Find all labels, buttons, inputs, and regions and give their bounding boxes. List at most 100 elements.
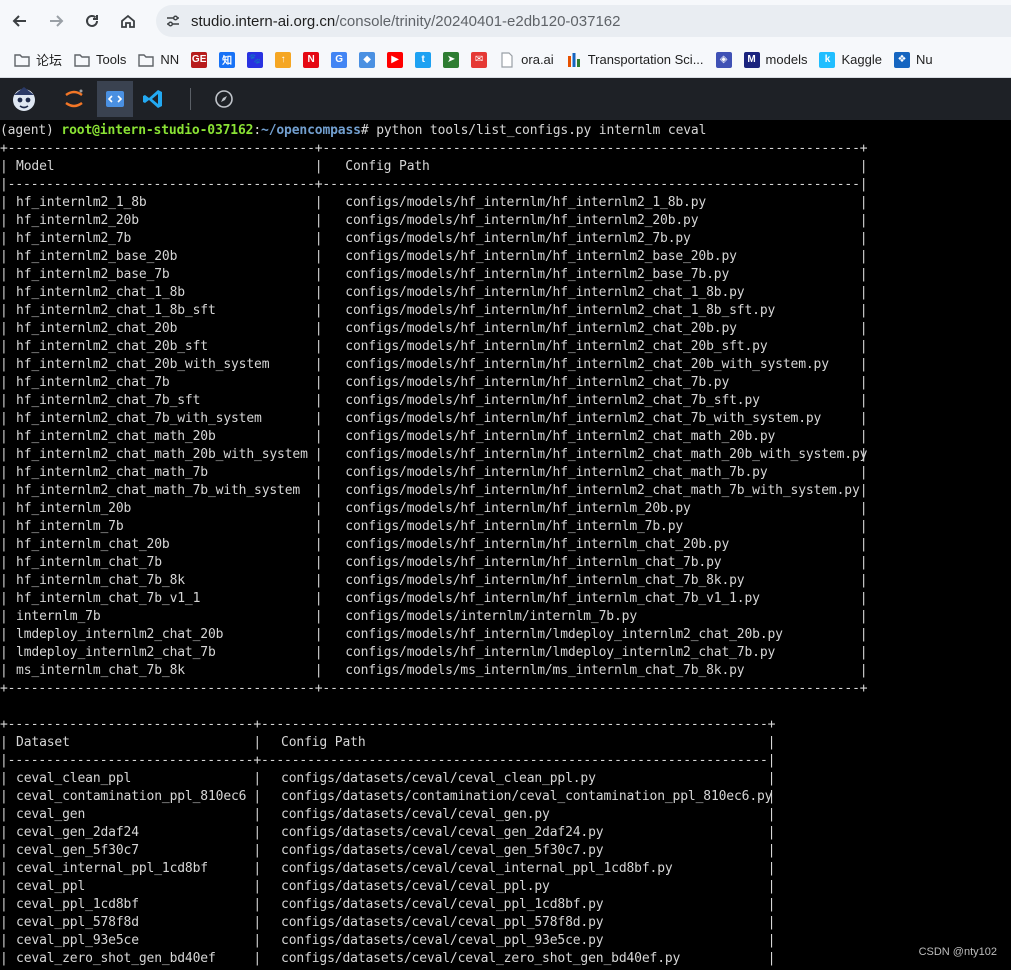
table-row: | | | hf_internlm2_base_20b configs/models… — [0, 249, 868, 264]
bookmark-item[interactable]: ❖ Nu — [888, 46, 939, 74]
table-row: | | | hf_internlm2_chat_math_7b configs/mo… — [0, 465, 868, 480]
table-row: | | | lmdeploy_internlm2_chat_7b configs/m… — [0, 645, 868, 660]
table-cell-name: ceval_gen — [16, 807, 86, 822]
table-cell-path: configs/datasets/ceval/ceval_gen.py — [281, 807, 550, 822]
table-divider: |--------------------------------+------… — [0, 753, 776, 768]
table-cell-name: hf_internlm2_7b — [16, 231, 132, 246]
bookmark-item[interactable]: Transportation Sci... — [560, 46, 710, 74]
compass-icon — [215, 90, 233, 108]
jupyter-icon — [65, 89, 83, 108]
command-line: (agent) root@intern-studio-037162:~/open… — [0, 122, 706, 140]
watermark: CSDN @nty102 — [918, 946, 997, 958]
table-cell-name: hf_internlm2_chat_math_7b — [16, 465, 208, 480]
bookmark-item[interactable]: N — [297, 46, 325, 74]
terminal-output[interactable]: (agent) root@intern-studio-037162:~/open… — [0, 120, 1011, 970]
table-row: | | | hf_internlm_chat_7b_v1_1 configs/mod… — [0, 591, 868, 606]
table-header-row: | | | Model Config Path — [0, 159, 868, 174]
bookmarks-bar: 论坛 Tools NN GE 知 🐾 ↑ N G ◆ ▶ t ➤ ✉ ora.ai Transportatio… — [0, 42, 1011, 78]
table-cell-name: hf_internlm_7b — [16, 519, 124, 534]
table-row: | | | ceval_ppl configs/datasets/ceval/cev… — [0, 879, 776, 894]
table-cell-path: configs/models/hf_internlm/hf_internlm2_… — [345, 357, 829, 372]
explore-button[interactable] — [206, 81, 242, 117]
table-row: | | | ceval_gen_2daf24 configs/datasets/ce… — [0, 825, 776, 840]
bookmark-item[interactable]: ◈ — [710, 46, 738, 74]
table-cell-path: configs/models/hf_internlm/hf_internlm2_… — [345, 447, 868, 462]
vscode-icon — [143, 90, 162, 108]
jupyter-button[interactable] — [56, 81, 92, 117]
bookmark-item[interactable]: k Kaggle — [813, 46, 887, 74]
bookmark-item[interactable]: ◆ — [353, 46, 381, 74]
bookmark-item[interactable]: Tools — [68, 46, 132, 74]
table-cell-path: configs/models/hf_internlm/hf_internlm2_… — [345, 195, 707, 210]
home-icon — [121, 14, 135, 28]
bars-icon — [566, 52, 582, 68]
table-row: | | | ceval_ppl_578f8d configs/datasets/ce… — [0, 915, 776, 930]
bookmark-item[interactable]: t — [409, 46, 437, 74]
studio-logo[interactable] — [6, 81, 42, 117]
bookmark-item[interactable]: ↑ — [269, 46, 297, 74]
ge-icon: GE — [191, 51, 208, 68]
google-icon: G — [331, 51, 348, 68]
table-cell-name: ms_internlm_chat_7b_8k — [16, 663, 185, 678]
table-cell-path: configs/models/hf_internlm/hf_internlm2_… — [345, 339, 768, 354]
table-row: | | | hf_internlm_chat_20b configs/models/… — [0, 537, 868, 552]
table-cell-name: ceval_contamination_ppl_810ec6 — [16, 789, 247, 804]
bookmark-item[interactable]: ora.ai — [493, 46, 560, 74]
table-cell-name: ceval_ppl — [16, 879, 86, 894]
table-border: +---------------------------------------… — [0, 681, 868, 696]
table-cell-name: hf_internlm2_chat_20b — [16, 321, 178, 336]
bookmark-item[interactable]: G — [325, 46, 353, 74]
bookmark-item[interactable]: ➤ — [437, 46, 465, 74]
table-cell-path: configs/models/hf_internlm/hf_internlm2_… — [345, 213, 699, 228]
table-cell-path: configs/models/hf_internlm/hf_internlm2_… — [345, 267, 730, 282]
command-text: python tools/list_configs.py internlm ce… — [376, 123, 707, 138]
bookmark-label: Tools — [96, 52, 127, 67]
table-row: | | | ceval_ppl_1cd8bf configs/datasets/ce… — [0, 897, 776, 912]
table-cell-path: configs/models/hf_internlm/hf_internlm2_… — [345, 285, 745, 300]
table-cell-path: configs/datasets/ceval/ceval_ppl_93e5ce.… — [281, 933, 604, 948]
bookmark-label: Nu — [915, 52, 933, 67]
address-bar[interactable]: studio.intern-ai.org.cn/console/trinity/… — [156, 5, 1011, 37]
table-cell-name: ceval_internal_ppl_1cd8bf — [16, 861, 208, 876]
table-cell-path: configs/datasets/ceval/ceval_zero_shot_g… — [281, 951, 681, 966]
bookmark-item[interactable]: 知 — [213, 46, 241, 74]
table-cell-name: internlm_7b — [16, 609, 101, 624]
home-button[interactable] — [116, 9, 140, 33]
code-icon: ◈ — [715, 51, 732, 68]
table-cell-path: configs/models/hf_internlm/hf_internlm2_… — [345, 411, 822, 426]
bookmark-item[interactable]: NN — [132, 46, 185, 74]
table-header-cell: Config Path — [281, 735, 366, 750]
vscode-button[interactable] — [135, 81, 171, 117]
table-cell-path: configs/models/hf_internlm/hf_internlm2_… — [345, 465, 768, 480]
back-button[interactable] — [8, 9, 32, 33]
table-cell-path: configs/datasets/contamination/ceval_con… — [281, 789, 773, 804]
bookmark-item[interactable]: 🐾 — [241, 46, 269, 74]
table-cell-path: configs/models/hf_internlm/hf_internlm2_… — [345, 249, 737, 264]
table-cell-path: configs/models/hf_internlm/hf_internlm2_… — [345, 483, 860, 498]
table-cell-name: lmdeploy_internlm2_chat_7b — [16, 645, 216, 660]
bookmark-item[interactable]: Mmodels — [738, 46, 814, 74]
diamond-icon: ◆ — [359, 51, 376, 68]
bookmark-item[interactable]: 论坛 — [8, 46, 68, 74]
table-cell-name: hf_internlm2_20b — [16, 213, 139, 228]
kaggle-icon: k — [819, 51, 836, 68]
bookmark-item[interactable]: ✉ — [465, 46, 493, 74]
table-cell-name: hf_internlm2_chat_1_8b_sft — [16, 303, 216, 318]
table-row: | | | hf_internlm2_chat_20b_sft configs/mo… — [0, 339, 868, 354]
table-header-cell: Config Path — [345, 159, 430, 174]
table-row: | | | ceval_clean_ppl configs/datasets/cev… — [0, 771, 776, 786]
reload-button[interactable] — [80, 9, 104, 33]
bookmark-item[interactable]: GE — [185, 46, 213, 74]
forward-button[interactable] — [44, 9, 68, 33]
table-cell-name: hf_internlm2_base_20b — [16, 249, 178, 264]
table-cell-name: hf_internlm2_chat_math_20b — [16, 429, 216, 444]
bookmark-item[interactable]: ▶ — [381, 46, 409, 74]
site-info-icon[interactable] — [162, 10, 184, 32]
prompt-separator: : — [253, 123, 262, 138]
table-row: | | | ceval_gen configs/datasets/ceval/cev… — [0, 807, 776, 822]
terminal-tab-button[interactable] — [97, 81, 133, 117]
prompt-env: (agent) — [0, 123, 62, 138]
paper-plane-icon: ➤ — [443, 51, 460, 68]
table-cell-name: hf_internlm_20b — [16, 501, 132, 516]
table-row: | | | hf_internlm_chat_7b configs/models/h… — [0, 555, 868, 570]
